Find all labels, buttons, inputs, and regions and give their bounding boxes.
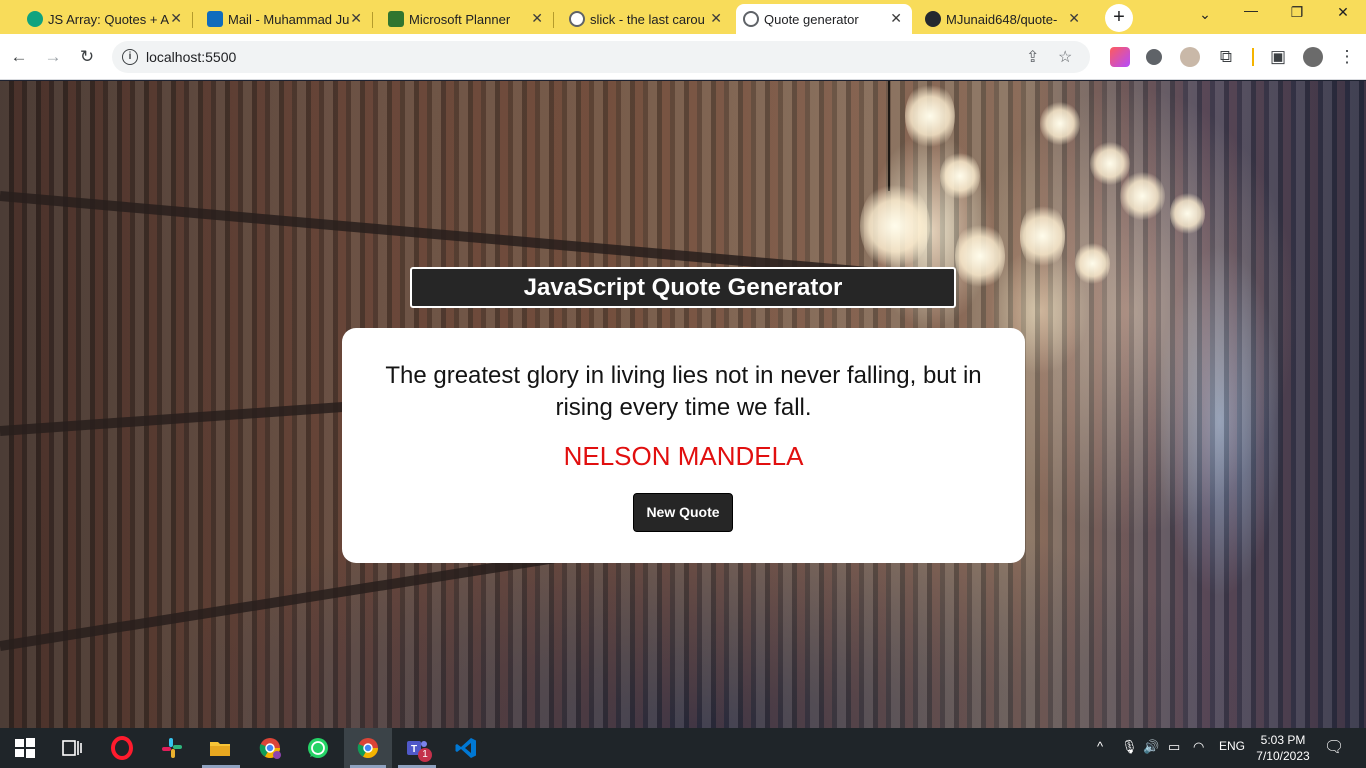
share-icon[interactable]: ⇪ [1026,47,1039,67]
bookmark-star-icon[interactable]: ☆ [1058,47,1072,67]
tab-title: MJunaid648/quote- [946,11,1058,27]
clock-date: 7/10/2023 [1256,749,1310,763]
microphone-icon[interactable]: 🎙 [1121,739,1138,755]
address-bar[interactable]: i localhost:5500 ⇪ ☆ [112,41,1090,73]
close-icon[interactable]: ✕ [890,10,902,26]
chrome-icon[interactable] [356,736,380,760]
tab-title: Microsoft Planner [409,11,511,27]
notification-badge: 1 [418,748,432,762]
light-bulb [955,221,1005,291]
side-panel-icon[interactable]: ▣ [1266,45,1290,69]
new-quote-button[interactable]: New Quote [633,493,733,532]
quote-text: The greatest glory in living lies not in… [385,362,982,421]
wifi-icon[interactable]: ◠ [1193,739,1204,755]
tab-search-icon[interactable]: ⌄ [1182,6,1228,23]
chevron-up-icon[interactable]: ^ [1097,739,1103,754]
light-bulb [1040,101,1080,146]
close-icon[interactable]: ✕ [710,10,722,26]
url-text[interactable]: localhost:5500 [146,49,236,65]
menu-icon[interactable]: ⋮ [1335,45,1359,69]
file-explorer-icon[interactable] [208,736,232,760]
info-icon[interactable]: i [122,49,138,65]
task-view-icon[interactable] [60,736,84,760]
vscode-icon[interactable] [454,736,478,760]
battery-icon[interactable]: ▭ [1168,739,1180,755]
reload-button[interactable]: ↻ [75,45,99,69]
tab-github[interactable]: MJunaid648/quote- ✕ [918,4,1090,34]
tab-js-array[interactable]: JS Array: Quotes + A ✕ [20,4,193,34]
tab-separator [372,12,373,28]
globe-icon [743,11,759,27]
tab-separator [553,12,554,28]
close-icon[interactable]: ✕ [350,10,362,26]
extension-icon[interactable] [1110,47,1130,67]
page-title: JavaScript Quote Generator [410,267,956,308]
tab-title: slick - the last carou [590,11,705,27]
globe-icon [569,11,585,27]
page-viewport: JavaScript Quote Generator The greatest … [0,81,1366,728]
light-bulb [860,181,930,271]
tab-strip: JS Array: Quotes + A ✕ Mail - Muhammad J… [0,0,1366,34]
outlook-icon [207,11,223,27]
minimize-button[interactable]: — [1228,2,1274,18]
tab-title: Quote generator [764,11,859,27]
close-icon[interactable]: ✕ [531,10,543,26]
windows-taskbar: T 1 ^ 🎙 🔊 ▭ ◠ ENG 5:03 PM 7/10/2023 🗨 [0,728,1366,768]
chatgpt-icon [27,11,43,27]
browser-toolbar: ← → ↻ i localhost:5500 ⇪ ☆ ⧉ ▣ ⋮ [0,34,1366,80]
clock[interactable]: 5:03 PM 7/10/2023 [1252,732,1314,764]
volume-icon[interactable]: 🔊 [1143,739,1159,755]
windows-start-icon[interactable] [13,736,37,760]
light-bulb [1090,141,1130,186]
chrome-profile-icon[interactable] [258,736,282,760]
notification-center-icon[interactable]: 🗨 [1324,737,1344,757]
light-bulb [1020,201,1065,271]
restore-button[interactable]: ❐ [1274,4,1320,21]
whatsapp-icon[interactable] [306,736,330,760]
new-tab-button[interactable]: + [1105,4,1133,32]
extensions-puzzle-icon[interactable]: ⧉ [1214,45,1238,69]
quote-author: NELSON MANDELA [563,441,804,471]
tab-title: JS Array: Quotes + A [48,11,170,27]
clock-time: 5:03 PM [1260,733,1306,747]
light-bulb [1075,241,1110,286]
close-icon[interactable]: ✕ [170,10,182,26]
opera-icon[interactable] [110,736,134,760]
back-button[interactable]: ← [7,45,31,69]
svg-text:T: T [411,744,417,755]
dropper-extension-icon[interactable] [1146,49,1162,65]
light-bulb [1120,171,1165,221]
tab-slick[interactable]: slick - the last carou ✕ [562,4,732,34]
lamp-cord [888,81,890,191]
toolbar-divider [1252,48,1254,66]
planner-icon [388,11,404,27]
close-icon[interactable]: ✕ [1068,10,1080,26]
profile-avatar[interactable] [1303,47,1323,67]
tab-quote-generator[interactable]: Quote generator ✕ [736,4,912,34]
slack-icon[interactable] [160,736,184,760]
light-bulb [940,151,980,201]
light-bulb [905,81,955,151]
light-bulb [1170,191,1205,236]
language-indicator[interactable]: ENG [1219,739,1245,753]
tab-title: Mail - Muhammad Ju [228,11,350,27]
quote-card: The greatest glory in living lies not in… [342,328,1025,563]
forward-button[interactable]: → [41,45,65,69]
tab-planner[interactable]: Microsoft Planner ✕ [381,4,554,34]
tab-mail[interactable]: Mail - Muhammad Ju ✕ [200,4,373,34]
github-icon [925,11,941,27]
tab-separator [192,12,193,28]
avatar-extension-icon[interactable] [1180,47,1200,67]
close-window-button[interactable]: ✕ [1320,4,1366,21]
